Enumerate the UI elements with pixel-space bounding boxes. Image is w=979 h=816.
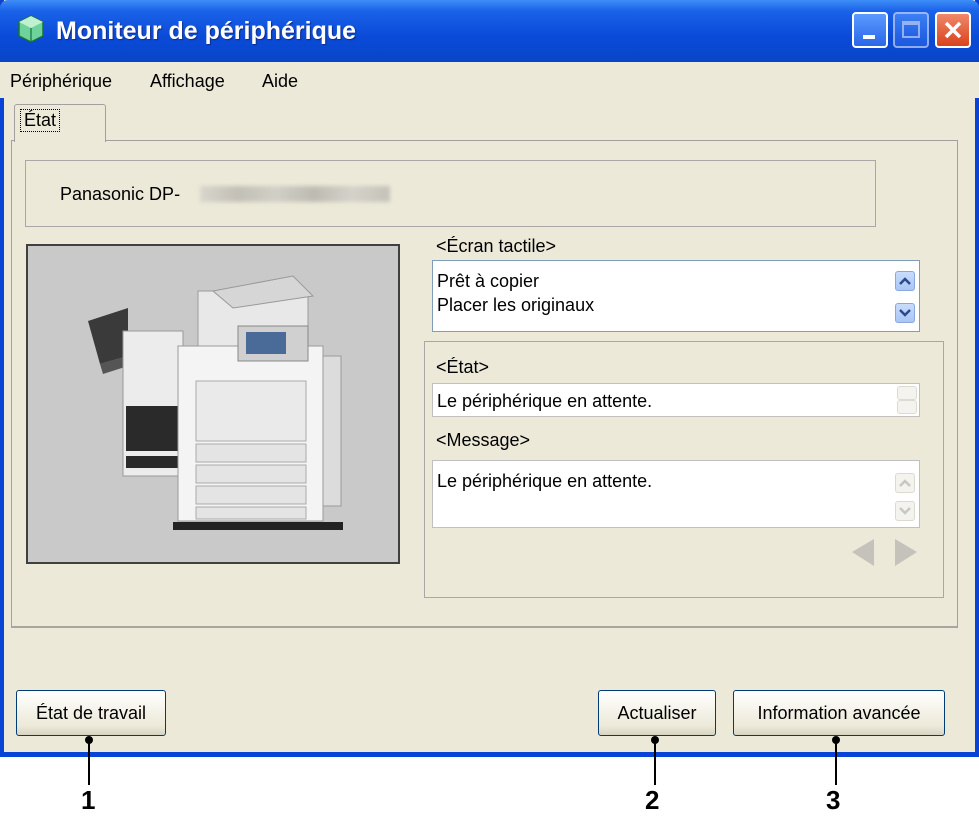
tab-etat[interactable]: État [14, 104, 106, 142]
device-monitor-icon [18, 15, 44, 43]
chevron-down-icon [899, 507, 911, 515]
message-textbox[interactable]: Le périphérique en attente. [432, 460, 920, 528]
callout-number-3: 3 [826, 785, 841, 815]
chevron-down-icon [899, 309, 911, 317]
close-button[interactable] [935, 12, 971, 48]
minimize-button[interactable] [852, 12, 888, 48]
state-label: <État> [436, 357, 490, 377]
advanced-info-button[interactable]: Information avancée [733, 690, 945, 736]
callout-line-3 [835, 740, 837, 785]
printer-illustration [28, 246, 398, 562]
close-icon [944, 21, 962, 39]
device-name: Panasonic DP- [60, 184, 181, 204]
refresh-button[interactable]: Actualiser [598, 690, 716, 736]
previous-message-button[interactable] [846, 535, 881, 570]
callout-number-1: 1 [81, 785, 96, 815]
triangle-right-icon [895, 539, 917, 566]
title-bar[interactable]: Moniteur de périphérique [0, 0, 979, 62]
maximize-button[interactable] [893, 12, 929, 48]
touch-screen-label: <Écran tactile> [436, 236, 557, 256]
redacted-serial [200, 186, 390, 202]
callout-line-2 [654, 740, 656, 785]
menu-peripherique[interactable]: Périphérique [10, 71, 112, 92]
state-scroll-down-button[interactable] [897, 400, 917, 414]
touch-screen-line-1: Prêt à copier [437, 271, 540, 291]
state-scroll-up-button[interactable] [897, 386, 917, 400]
touch-screen-scroll-down-button[interactable] [895, 303, 915, 323]
minimize-icon [863, 35, 875, 39]
maximize-icon [902, 21, 920, 38]
next-message-button[interactable] [888, 535, 923, 570]
chevron-up-icon [899, 479, 911, 487]
chevron-up-icon [899, 277, 911, 285]
message-scroll-up-button[interactable] [895, 473, 915, 493]
touch-screen-scroll-up-button[interactable] [895, 271, 915, 291]
printer-image [26, 244, 400, 564]
tab-etat-label: État [20, 109, 61, 132]
callout-line-1 [88, 740, 90, 785]
callout-number-2: 2 [645, 785, 660, 815]
menu-aide[interactable]: Aide [262, 71, 298, 92]
message-label: <Message> [436, 430, 531, 450]
triangle-left-icon [852, 539, 874, 566]
window-title: Moniteur de périphérique [56, 17, 357, 45]
touch-screen-textbox[interactable]: Prêt à copier Placer les originaux [432, 260, 920, 332]
state-textbox[interactable]: Le périphérique en attente. [432, 383, 920, 417]
message-value: Le périphérique en attente. [437, 471, 653, 491]
touch-screen-line-2: Placer les originaux [437, 295, 595, 315]
job-status-button[interactable]: État de travail [16, 690, 166, 736]
menu-bar: Périphérique Affichage Aide [0, 62, 979, 98]
message-scroll-down-button[interactable] [895, 501, 915, 521]
menu-affichage[interactable]: Affichage [150, 71, 225, 92]
state-value: Le périphérique en attente. [437, 391, 653, 411]
